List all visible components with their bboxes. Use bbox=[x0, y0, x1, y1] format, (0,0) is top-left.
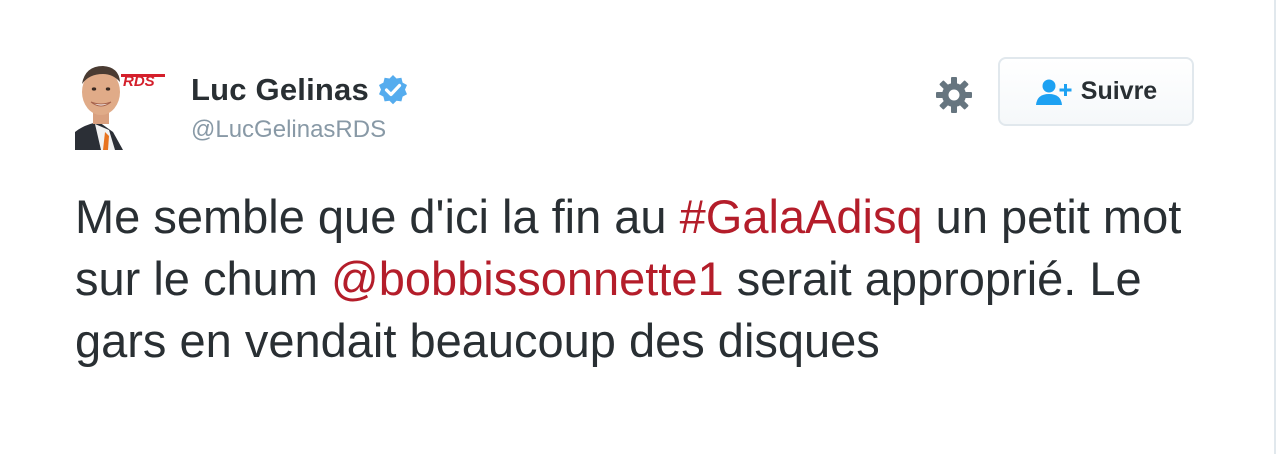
author-name[interactable]: Luc Gelinas bbox=[191, 72, 369, 108]
mention-link[interactable]: @bobbissonnette1 bbox=[331, 252, 724, 305]
add-user-icon bbox=[1035, 78, 1073, 106]
avatar[interactable]: RDS bbox=[75, 58, 167, 150]
profile-photo-icon: RDS bbox=[75, 58, 167, 150]
verified-badge-icon bbox=[377, 74, 409, 106]
author-handle[interactable]: @LucGelinasRDS bbox=[191, 116, 409, 144]
follow-button[interactable]: Suivre bbox=[998, 57, 1194, 126]
gear-icon[interactable] bbox=[934, 75, 974, 115]
hashtag-link[interactable]: #GalaAdisq bbox=[680, 190, 923, 243]
tweet-text-part: Me semble que d'ici la fin au bbox=[75, 190, 680, 243]
tweet-text: Me semble que d'ici la fin au #GalaAdisq… bbox=[75, 186, 1225, 372]
follow-label: Suivre bbox=[1080, 77, 1158, 105]
name-row: Luc Gelinas bbox=[191, 70, 409, 110]
author-identity: Luc Gelinas @LucGelinasRDS bbox=[191, 70, 409, 144]
tweet-card: RDS Luc Gelinas @LucGelinasRDS Suivre Me… bbox=[0, 0, 1276, 454]
